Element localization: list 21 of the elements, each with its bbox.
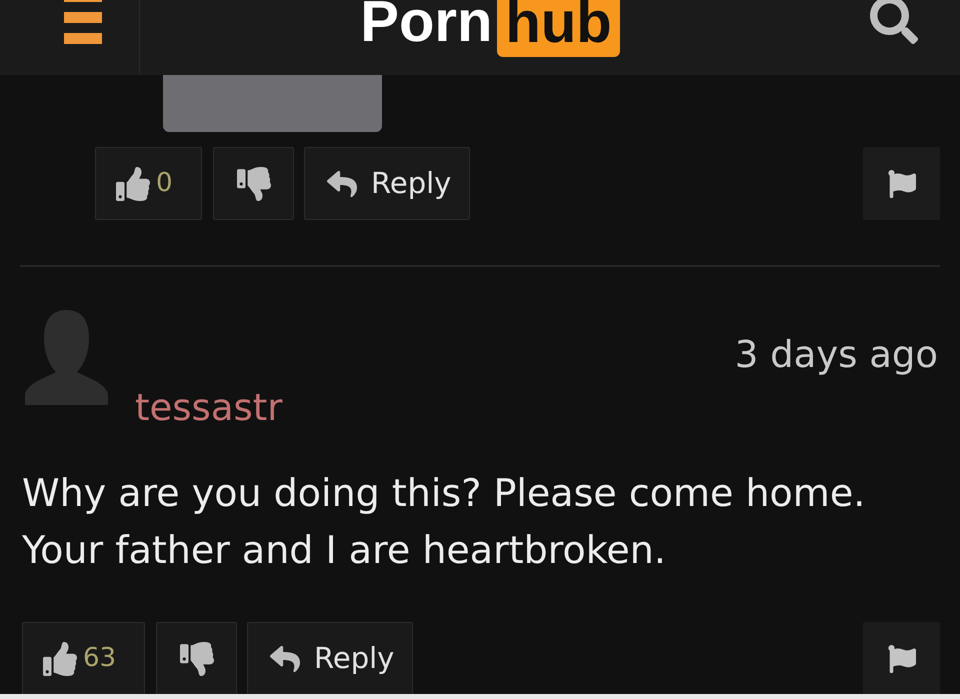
- menu-icon[interactable]: [64, 0, 102, 44]
- avatar-icon: [25, 310, 108, 405]
- thumbs-down-icon: [180, 642, 214, 676]
- username[interactable]: tessastr: [135, 389, 282, 426]
- flag-button[interactable]: [863, 622, 940, 694]
- search-icon[interactable]: [870, 0, 918, 44]
- thumbs-down-icon: [236, 166, 270, 200]
- comment-text: Why are you doing this? Please come home. Your father and I are heartbroken.: [22, 470, 866, 574]
- flag-icon: [888, 644, 916, 674]
- timestamp: 3 days ago: [734, 336, 938, 373]
- thumbs-up-icon: [43, 642, 77, 676]
- dislike-button[interactable]: [213, 147, 294, 220]
- logo-text[interactable]: Porn: [360, 0, 492, 51]
- like-button[interactable]: 63: [22, 622, 145, 694]
- like-button[interactable]: 0: [95, 147, 202, 220]
- reply-button[interactable]: Reply: [304, 147, 470, 220]
- dislike-button[interactable]: [156, 622, 237, 694]
- flag-button[interactable]: [863, 147, 940, 220]
- flag-icon: [888, 168, 916, 198]
- thumbs-up-icon: [116, 166, 150, 200]
- reply-button[interactable]: Reply: [247, 622, 413, 694]
